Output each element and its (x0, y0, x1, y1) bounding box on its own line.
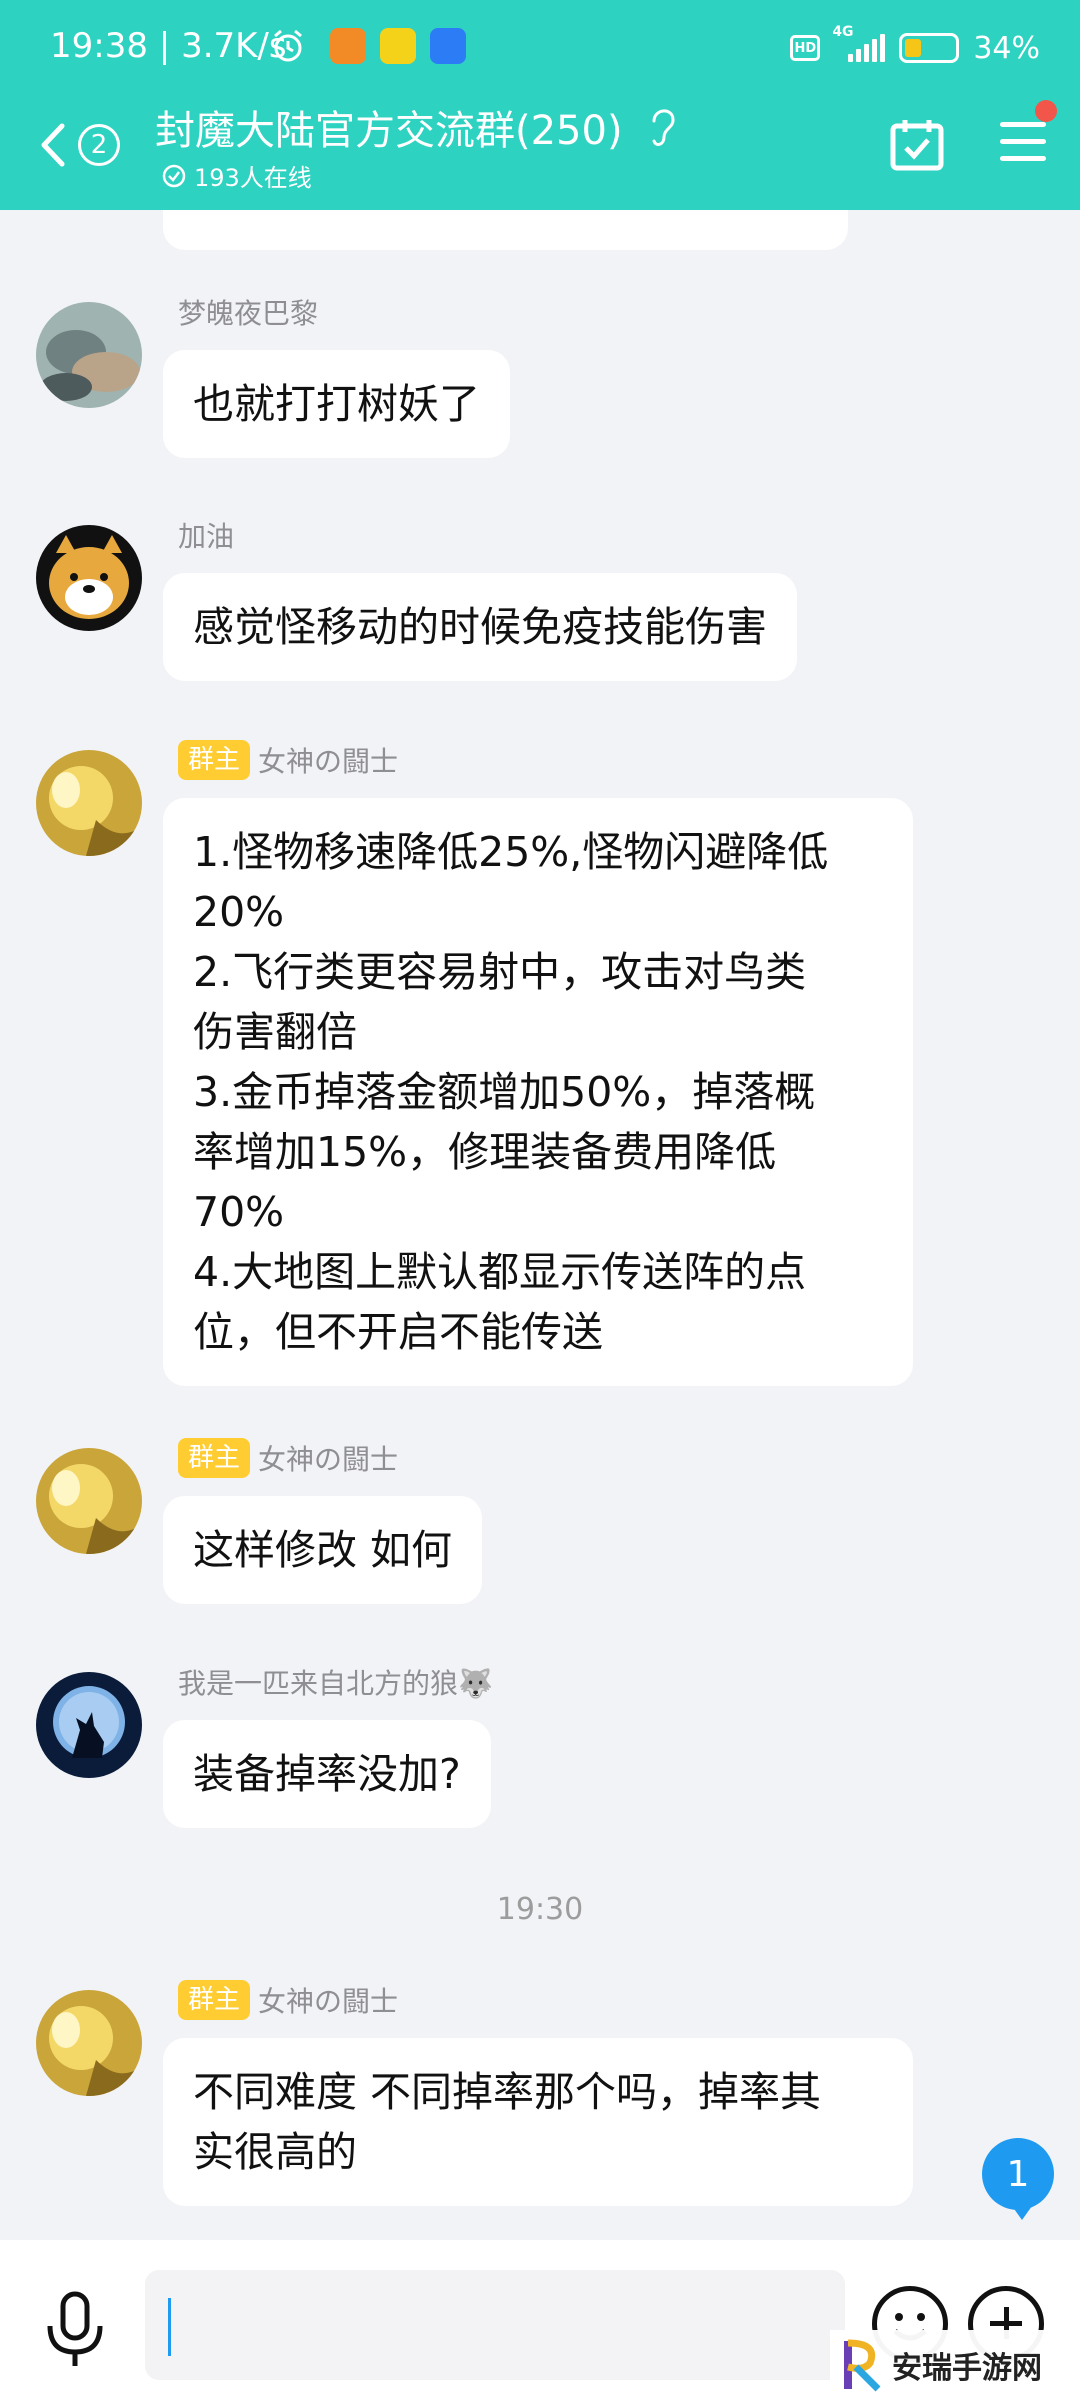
chevron-left-icon (41, 123, 65, 167)
microphone-icon[interactable] (40, 2290, 110, 2370)
watermark-logo-icon (844, 2339, 881, 2392)
watermark-text: 安瑞手游网 (892, 2351, 1042, 2386)
battery-percent: 34% (973, 30, 1040, 66)
status-right-group: HD 4G 34% (790, 24, 1040, 68)
notification-app-icon-blue (430, 28, 466, 64)
message-bubble[interactable]: 1.怪物移速降低25%,怪物闪避降低 20% 2.飞行类更容易射中，攻击对鸟类 … (163, 798, 913, 1386)
sender-name: 梦魄夜巴黎 (178, 297, 319, 330)
sender-name: 女神の闘士 (258, 1443, 399, 1476)
signal-icon: 4G (832, 24, 886, 62)
time-separator: 19:30 (496, 1892, 584, 1927)
owner-badge: 群主 (178, 1980, 251, 2020)
chat-header: 19:38 | 3.7K/s HD 4G 34% 2 封魔大陆官方交流群(250… (0, 0, 1080, 210)
message-bubble[interactable]: 感觉怪移动的时候免疫技能伤害 (163, 573, 797, 681)
hd-icon: HD (790, 35, 821, 61)
golden-warrior-avatar[interactable] (36, 1990, 142, 2096)
online-check-icon (162, 164, 186, 187)
notification-app-icon-yellow (380, 28, 416, 64)
sender-row: 梦魄夜巴黎 (178, 292, 318, 332)
sender-name: 我是一匹来自北方的狼🐺 (178, 1667, 493, 1700)
stone-figure-avatar[interactable] (36, 302, 142, 408)
sender-row: 群主 女神の闘士 (178, 1980, 398, 2020)
golden-warrior-avatar[interactable] (36, 1448, 142, 1554)
message-bubble[interactable]: 不同难度 不同掉率那个吗，掉率其 实很高的 (163, 2038, 913, 2206)
sender-row: 群主 女神の闘士 (178, 1438, 398, 1478)
message-input[interactable] (145, 2270, 845, 2380)
online-status: 193人在线 (162, 158, 312, 193)
shiba-dog-avatar[interactable] (36, 525, 142, 631)
unread-count-badge: 2 (78, 124, 120, 166)
text-caret (168, 2298, 171, 2356)
sender-name: 加油 (178, 520, 235, 553)
status-bar: 19:38 | 3.7K/s HD 4G 34% (0, 0, 1080, 100)
message-bubble[interactable]: 装备掉率没加? (163, 1720, 491, 1828)
alarm-icon (274, 29, 302, 62)
golden-warrior-avatar[interactable] (36, 750, 142, 856)
back-button[interactable]: 2 (38, 115, 138, 175)
sender-row: 我是一匹来自北方的狼🐺 (178, 1662, 493, 1702)
sender-name: 女神の闘士 (258, 1985, 399, 2018)
message-bubble[interactable]: 这样修改 如何 (163, 1496, 483, 1604)
owner-badge: 群主 (178, 740, 251, 780)
new-messages-indicator[interactable]: 1 (982, 2138, 1054, 2220)
site-watermark: 安瑞手游网 (830, 2330, 1080, 2400)
notification-app-icon-orange (330, 28, 366, 64)
chat-title[interactable]: 封魔大陆官方交流群(250) (155, 98, 623, 156)
battery-icon (899, 33, 960, 63)
status-time: 19:38 | 3.7K/s (50, 26, 287, 66)
sender-row: 加油 (178, 515, 234, 555)
menu-button[interactable] (1000, 122, 1046, 166)
partial-message-bubble (163, 210, 848, 250)
chat-messages[interactable]: 梦魄夜巴黎 也就打打树妖了 加油 感觉怪移动的时候免疫技能伤害 群主 女神の闘士… (0, 210, 1080, 2240)
sender-row: 群主 女神の闘士 (178, 740, 398, 780)
notification-dot (1035, 100, 1057, 122)
owner-badge: 群主 (178, 1438, 251, 1478)
ear-icon[interactable] (648, 105, 678, 149)
calendar-checkin-icon[interactable] (890, 118, 944, 172)
sender-name: 女神の闘士 (258, 745, 399, 778)
message-bubble[interactable]: 也就打打树妖了 (163, 350, 510, 458)
wolf-moon-avatar[interactable] (36, 1672, 142, 1778)
